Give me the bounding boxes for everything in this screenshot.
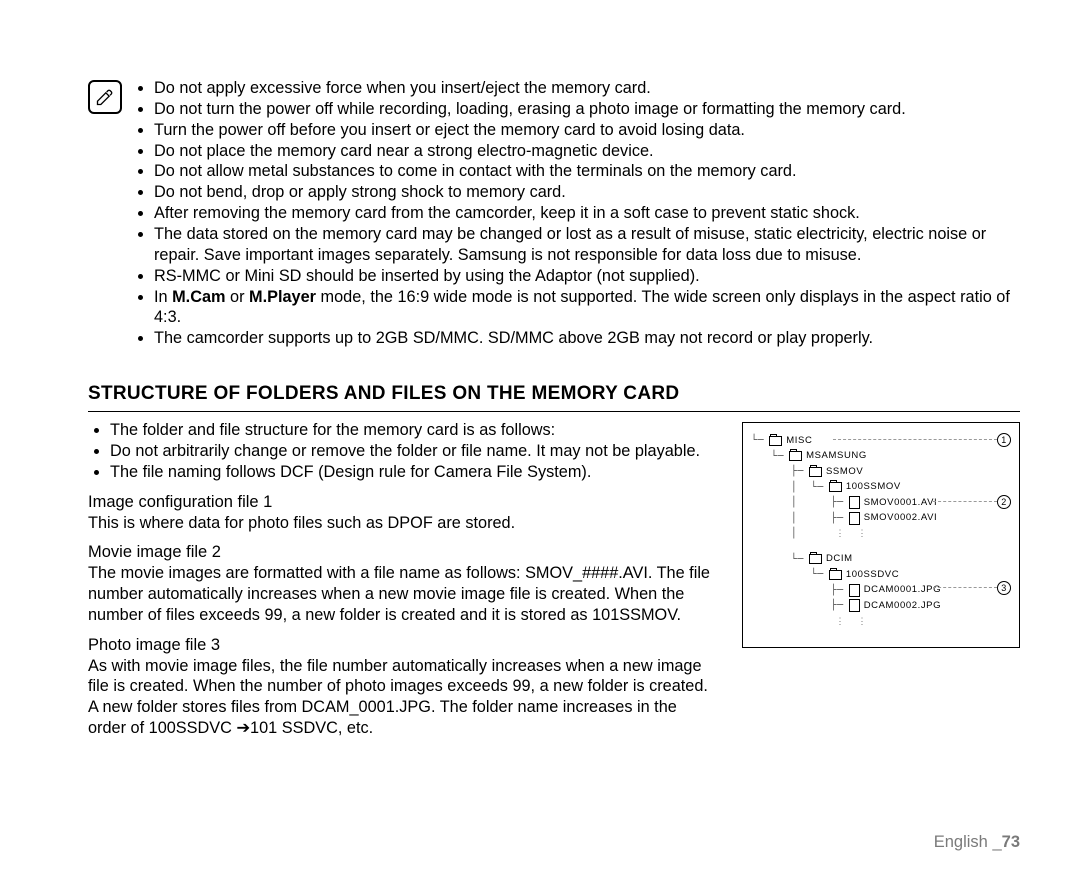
tree-label: SMOV0002.AVI bbox=[864, 511, 938, 526]
folder-tree-diagram: 1 2 3 └─MISC └─MSAMSUNG ├─SSMOV │ └─100S… bbox=[742, 422, 1020, 648]
warning-item: After removing the memory card from the … bbox=[154, 203, 1020, 224]
tree-label: DCIM bbox=[826, 552, 853, 567]
folder-icon bbox=[829, 482, 842, 492]
file-icon bbox=[849, 599, 860, 612]
subheading-image-config: Image configuration file 1 bbox=[88, 493, 718, 512]
tree-label: MISC bbox=[786, 434, 812, 449]
folder-icon bbox=[829, 570, 842, 580]
tree-label: SSMOV bbox=[826, 465, 863, 480]
footer-page-number: 73 bbox=[1002, 833, 1020, 851]
tree-label: MSAMSUNG bbox=[806, 449, 867, 464]
callout-leader bbox=[933, 587, 997, 588]
file-icon bbox=[849, 512, 860, 525]
callout-leader bbox=[833, 439, 997, 440]
intro-list: The folder and file structure for the me… bbox=[88, 420, 718, 483]
tree-label: 100SSDVC bbox=[846, 568, 899, 583]
intro-item: Do not arbitrarily change or remove the … bbox=[110, 441, 718, 462]
warning-item-bold: In M.Cam or M.Player mode, the 16:9 wide… bbox=[154, 287, 1020, 329]
intro-item: The file naming follows DCF (Design rule… bbox=[110, 462, 718, 483]
tree-label: DCAM0002.JPG bbox=[864, 599, 941, 614]
folder-icon bbox=[769, 436, 782, 446]
warning-list: Do not apply excessive force when you in… bbox=[132, 78, 1020, 349]
tree-label: 100SSMOV bbox=[846, 480, 901, 495]
warning-item: RS-MMC or Mini SD should be inserted by … bbox=[154, 266, 1020, 287]
warning-item: Do not place the memory card near a stro… bbox=[154, 141, 1020, 162]
subheading-photo-file: Photo image file 3 bbox=[88, 636, 718, 655]
footer-language: English bbox=[934, 833, 988, 851]
intro-item: The folder and file structure for the me… bbox=[110, 420, 718, 441]
note-icon bbox=[88, 80, 122, 114]
warning-note: Do not apply excessive force when you in… bbox=[88, 78, 1020, 349]
pencil-icon bbox=[95, 87, 115, 107]
warning-item: Do not turn the power off while recordin… bbox=[154, 99, 1020, 120]
body-image-config: This is where data for photo files such … bbox=[88, 513, 718, 534]
footer-sep: _ bbox=[992, 833, 1001, 851]
warning-item: The data stored on the memory card may b… bbox=[154, 224, 1020, 266]
warning-item: Do not apply excessive force when you in… bbox=[154, 78, 1020, 99]
body-photo-file: As with movie image files, the file numb… bbox=[88, 656, 718, 739]
folder-icon bbox=[789, 451, 802, 461]
warning-item: Do not allow metal substances to come in… bbox=[154, 161, 1020, 182]
warning-item: The camcorder supports up to 2GB SD/MMC.… bbox=[154, 328, 1020, 349]
body-movie-file: The movie images are formatted with a fi… bbox=[88, 563, 718, 625]
file-icon bbox=[849, 584, 860, 597]
tree-label: SMOV0001.AVI bbox=[864, 496, 938, 511]
warning-item: Do not bend, drop or apply strong shock … bbox=[154, 182, 1020, 203]
file-icon bbox=[849, 496, 860, 509]
section-title: STRUCTURE OF FOLDERS AND FILES ON THE ME… bbox=[88, 383, 1020, 412]
vertical-dots: ⋮ ⋮ bbox=[833, 619, 867, 624]
page-footer: English _73 bbox=[934, 833, 1020, 852]
vertical-dots: ⋮ ⋮ bbox=[833, 531, 867, 536]
tree-label: DCAM0001.JPG bbox=[864, 583, 941, 598]
warning-item: Turn the power off before you insert or … bbox=[154, 120, 1020, 141]
folder-icon bbox=[809, 467, 822, 477]
subheading-movie-file: Movie image file 2 bbox=[88, 543, 718, 562]
folder-icon bbox=[809, 554, 822, 564]
callout-leader bbox=[933, 501, 997, 502]
